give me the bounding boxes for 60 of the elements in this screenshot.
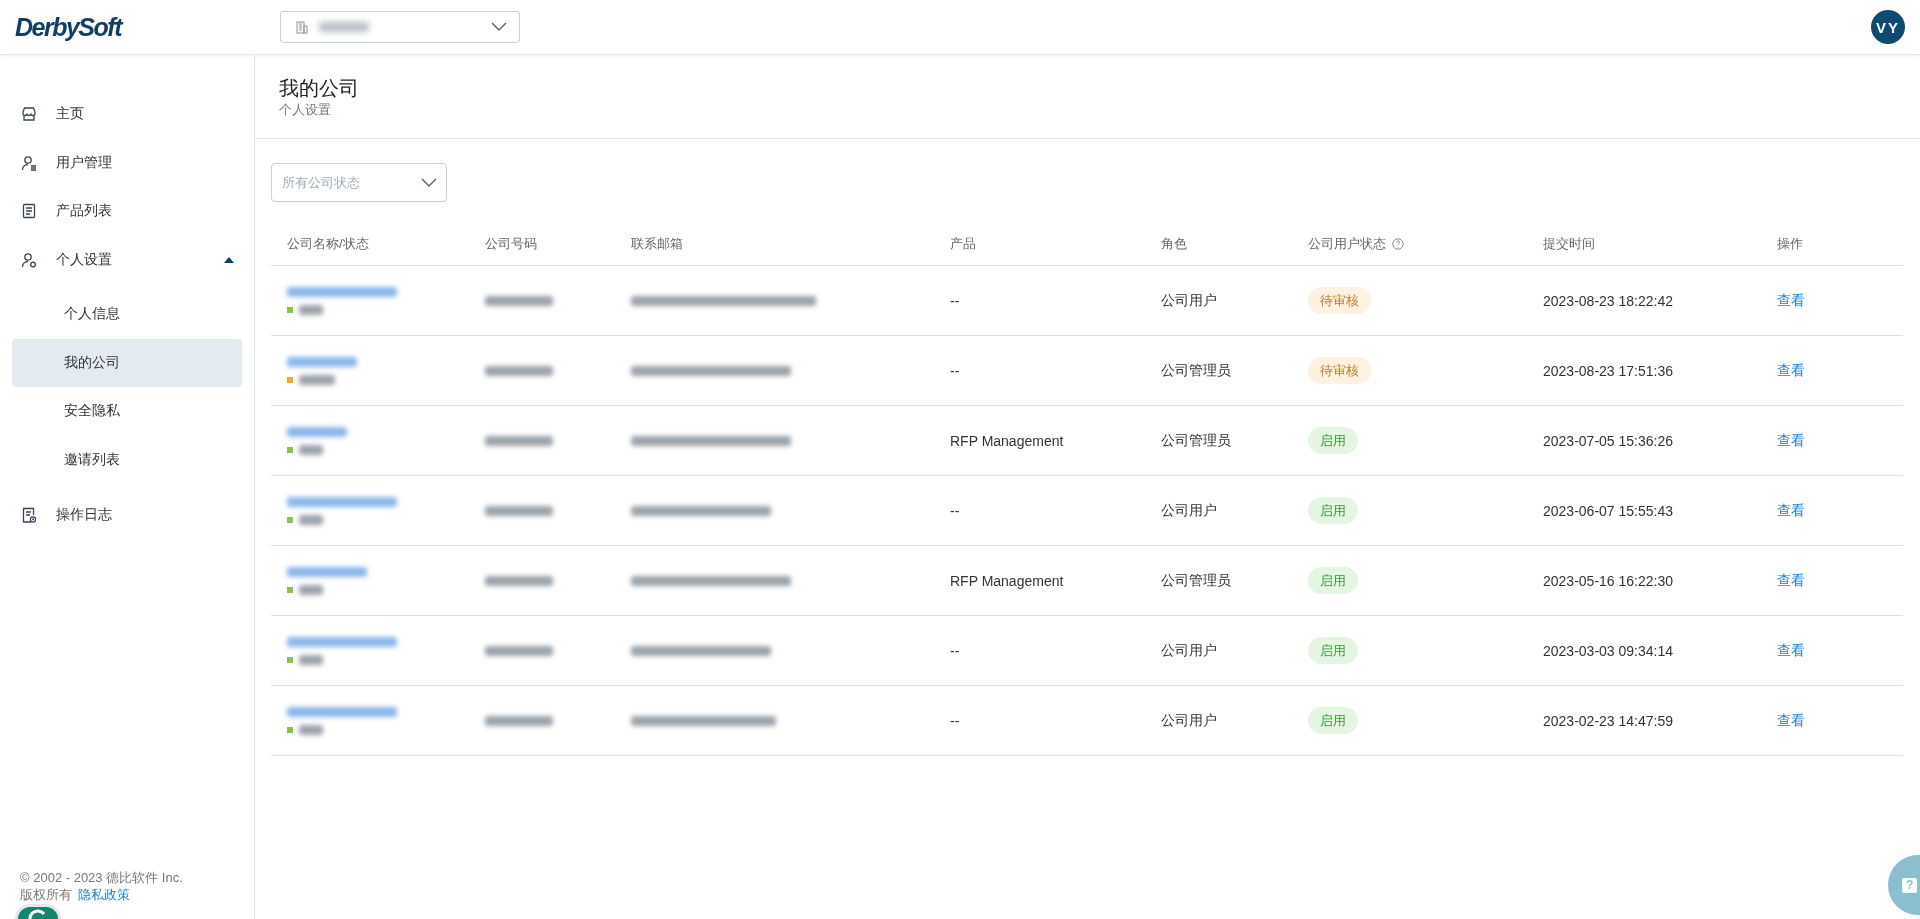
derbysoft-logo[interactable]: DerbySoft xyxy=(15,12,265,42)
product-cell: -- xyxy=(950,362,960,379)
status-filter-dropdown[interactable]: 所有公司状态 xyxy=(271,163,447,202)
view-link[interactable]: 查看 xyxy=(1777,501,1805,520)
product-cell: -- xyxy=(950,712,960,729)
product-cell: -- xyxy=(950,642,960,659)
submitted-time-cell: 2023-05-16 16:22:30 xyxy=(1543,572,1673,589)
product-cell: RFP Management xyxy=(950,572,1064,589)
page-title: 我的公司 xyxy=(279,76,360,101)
rights-text: 版权所有 xyxy=(20,887,72,902)
product-cell: -- xyxy=(950,502,960,519)
submitted-time-cell: 2023-02-23 14:47:59 xyxy=(1543,712,1673,729)
submitted-time-cell: 2023-03-03 09:34:14 xyxy=(1543,642,1673,659)
view-link[interactable]: 查看 xyxy=(1777,361,1805,380)
product-cell: RFP Management xyxy=(950,432,1064,449)
role-cell: 公司用户 xyxy=(1161,291,1217,310)
menu-item[interactable]: 个人设置 xyxy=(0,235,254,284)
column-header: 联系邮箱 xyxy=(631,234,683,253)
privacy-link[interactable]: 隐私政策 xyxy=(78,887,130,902)
submitted-time-cell: 2023-06-07 15:55:43 xyxy=(1543,502,1673,519)
status-badge: 启用 xyxy=(1308,707,1358,734)
view-link[interactable]: 查看 xyxy=(1777,291,1805,310)
submitted-time-cell: 2023-07-05 15:36:26 xyxy=(1543,432,1673,449)
status-badge: 启用 xyxy=(1308,497,1358,524)
view-link[interactable]: 查看 xyxy=(1777,641,1805,660)
status-badge: 启用 xyxy=(1308,637,1358,664)
status-badge: 待审核 xyxy=(1308,357,1371,384)
column-header: 公司用户状态 xyxy=(1308,234,1386,253)
menu-item[interactable]: 用户管理 xyxy=(0,138,254,187)
submenu-item[interactable]: 邀请列表 xyxy=(0,435,254,484)
column-header: 公司号码 xyxy=(485,234,537,253)
user-avatar[interactable]: VY xyxy=(1871,10,1905,44)
status-badge: 启用 xyxy=(1308,427,1358,454)
column-header: 角色 xyxy=(1161,234,1187,253)
column-header: 产品 xyxy=(950,234,976,253)
submitted-time-cell: 2023-08-23 17:51:36 xyxy=(1543,362,1673,379)
role-cell: 公司用户 xyxy=(1161,711,1217,730)
column-header: 公司名称/状态 xyxy=(287,234,369,253)
status-badge: 启用 xyxy=(1308,567,1358,594)
view-link[interactable]: 查看 xyxy=(1777,711,1805,730)
submenu-item[interactable]: 个人信息 xyxy=(0,290,254,339)
menu-item[interactable]: 产品列表 xyxy=(0,187,254,236)
menu-item[interactable]: 主页 xyxy=(0,90,254,139)
role-cell: 公司管理员 xyxy=(1161,431,1231,450)
submenu-item[interactable]: 安全隐私 xyxy=(0,387,254,436)
view-link[interactable]: 查看 xyxy=(1777,571,1805,590)
role-cell: 公司用户 xyxy=(1161,641,1217,660)
role-cell: 公司用户 xyxy=(1161,501,1217,520)
breadcrumb: 个人设置 xyxy=(279,101,332,119)
product-cell: -- xyxy=(950,292,960,309)
role-cell: 公司管理员 xyxy=(1161,361,1231,380)
view-link[interactable]: 查看 xyxy=(1777,431,1805,450)
role-cell: 公司管理员 xyxy=(1161,571,1231,590)
submenu-item[interactable]: 我的公司 xyxy=(12,338,242,387)
copyright-text: © 2002 - 2023 德比软件 Inc. xyxy=(20,869,184,886)
status-badge: 待审核 xyxy=(1308,287,1371,314)
submitted-time-cell: 2023-08-23 18:22:42 xyxy=(1543,292,1673,309)
column-header: 操作 xyxy=(1777,234,1803,253)
menu-item[interactable]: 操作日志 xyxy=(0,491,254,540)
column-header: 提交时间 xyxy=(1543,234,1595,253)
